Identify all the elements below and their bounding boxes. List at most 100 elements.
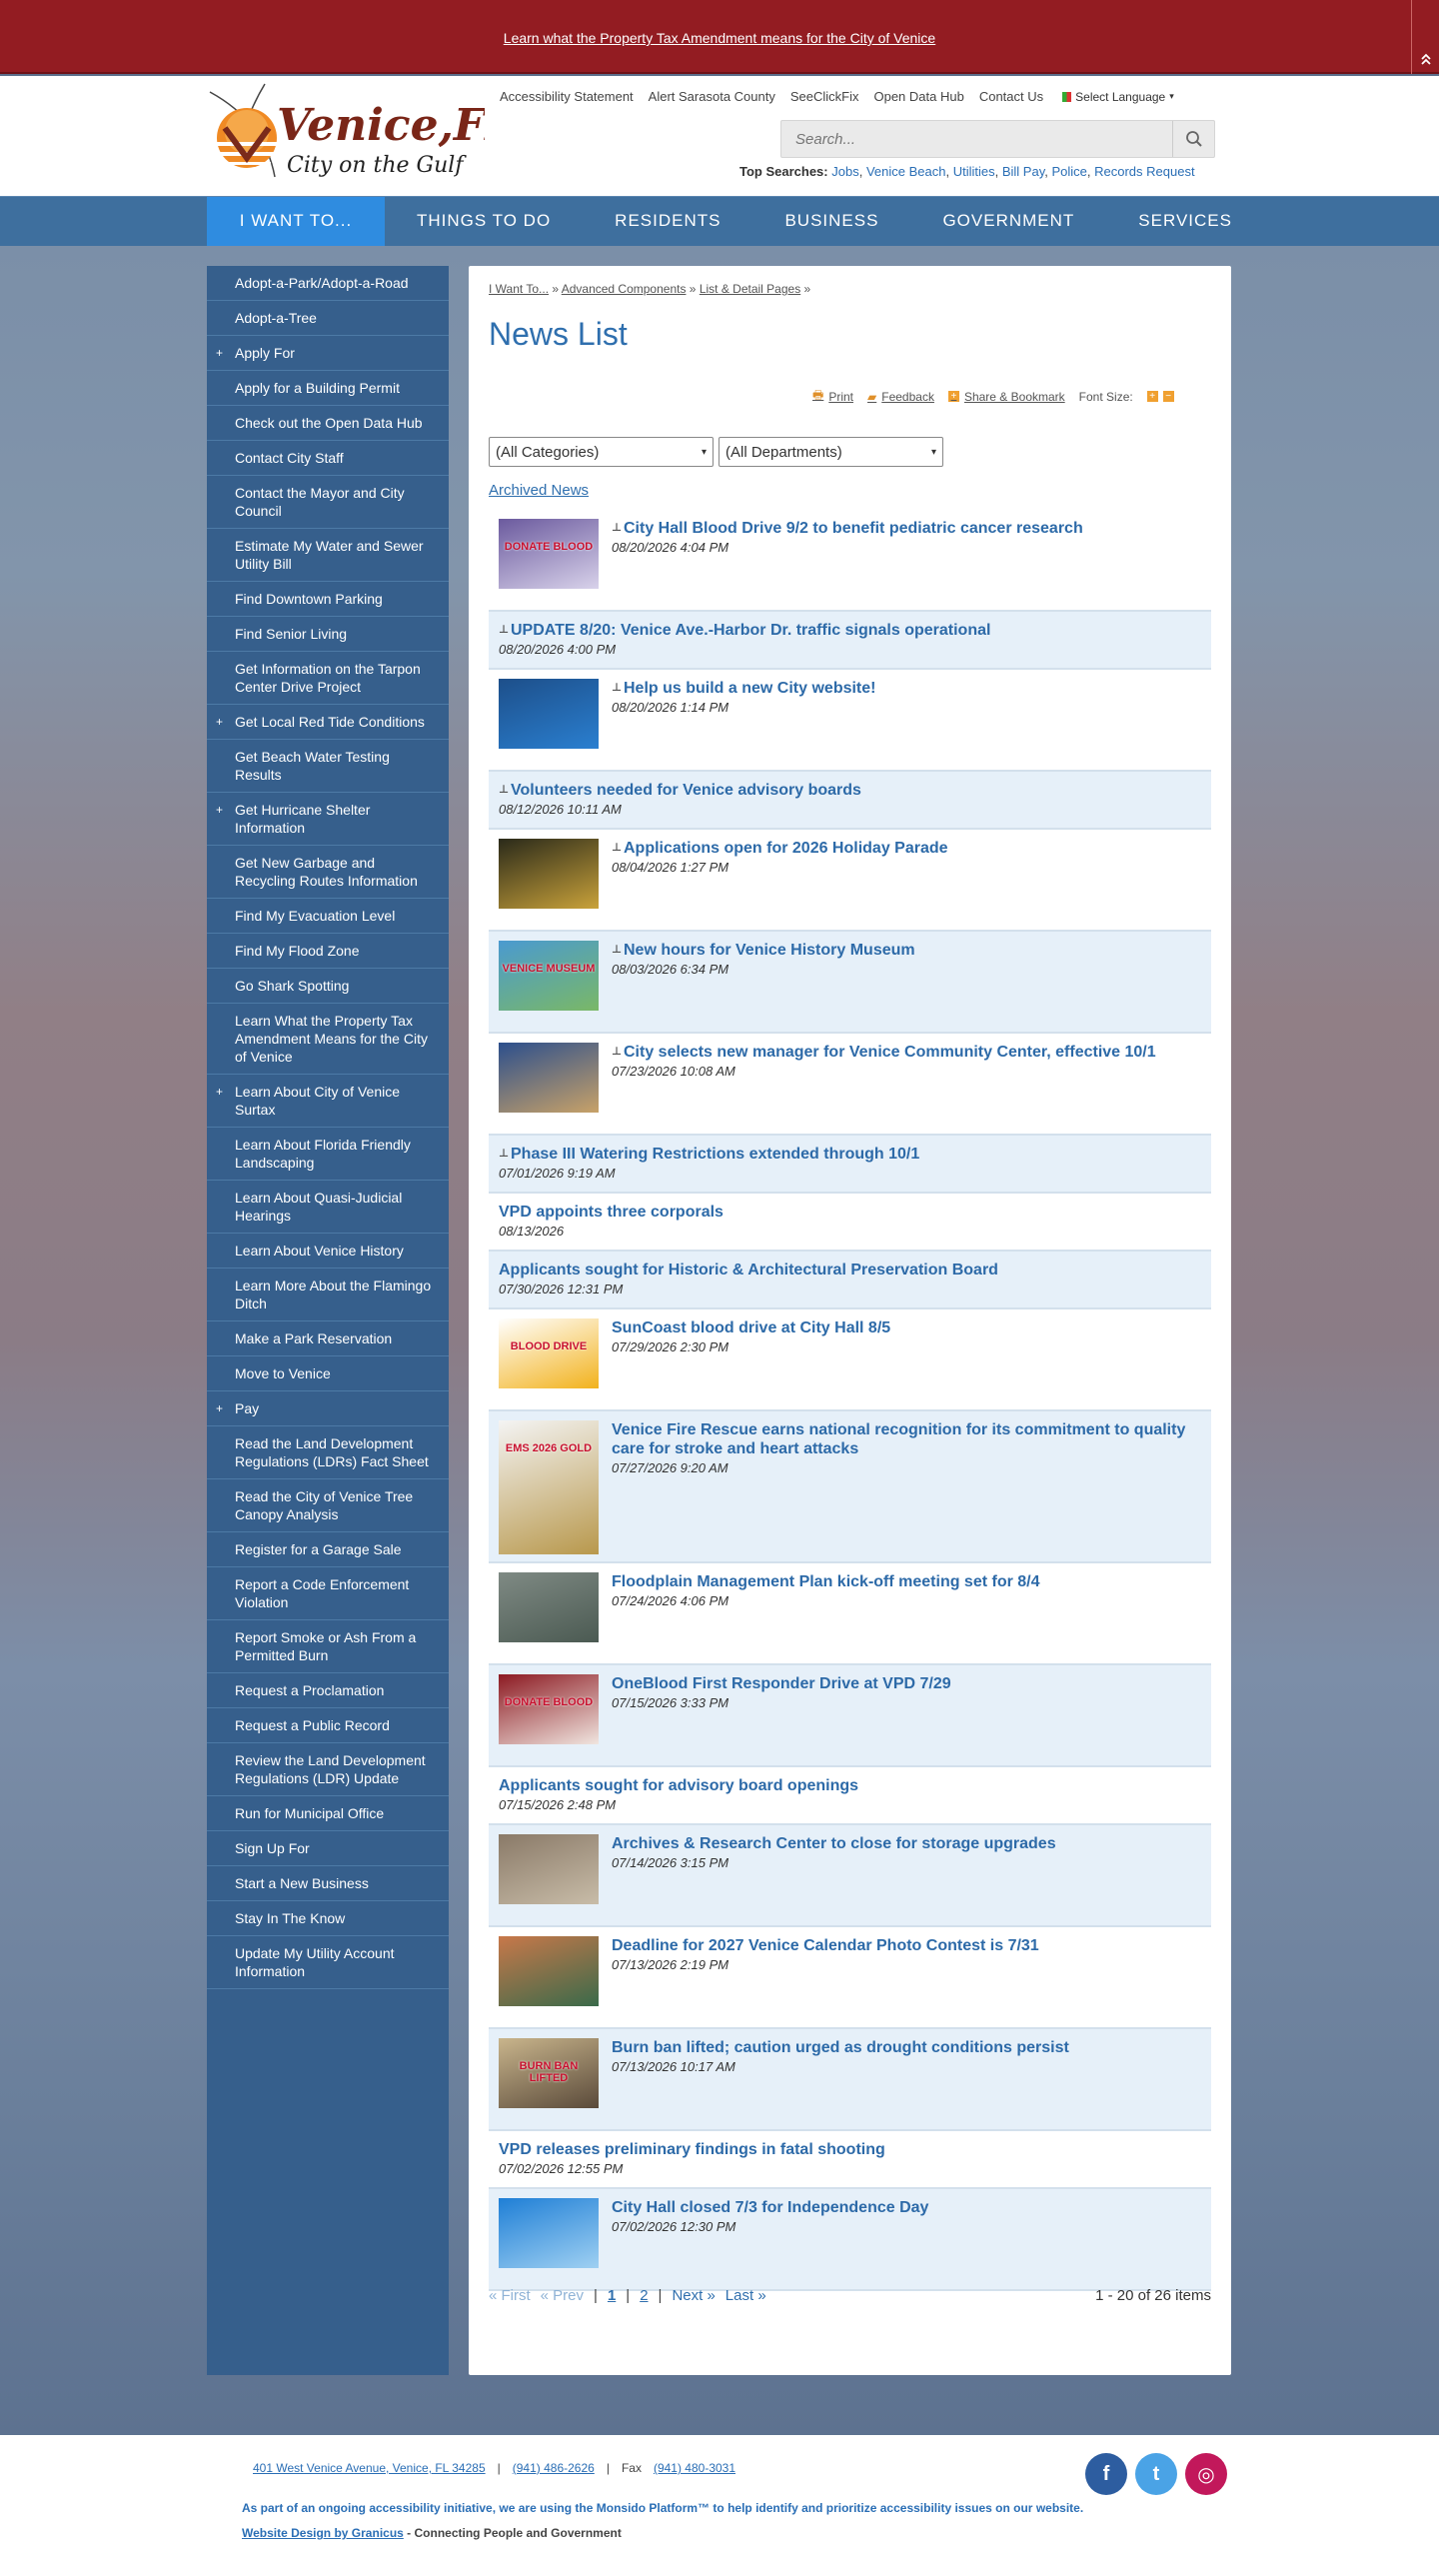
- sidebar-item[interactable]: Read the City of Venice Tree Canopy Anal…: [207, 1479, 449, 1532]
- breadcrumb-i-want-to[interactable]: I Want To...: [489, 282, 549, 296]
- accessibility-statement-link[interactable]: Accessibility Statement: [500, 89, 634, 104]
- news-title-link[interactable]: ⊥ New hours for Venice History Museum: [612, 942, 915, 959]
- news-title-link[interactable]: ⊥ Help us build a new City website!: [612, 680, 875, 697]
- news-title-link[interactable]: Burn ban lifted; caution urged as drough…: [612, 2039, 1069, 2056]
- archive-shelves-photo[interactable]: [499, 1834, 599, 1904]
- nav-i-want-to[interactable]: I Want To...: [207, 197, 385, 247]
- top-search-police[interactable]: Police: [1051, 164, 1086, 179]
- news-title-link[interactable]: Venice Fire Rescue earns national recogn…: [612, 1421, 1185, 1457]
- museum-photo[interactable]: VENICE MUSEUM: [499, 941, 599, 1011]
- expand-plus-icon[interactable]: +: [216, 713, 223, 731]
- font-increase-icon[interactable]: +: [1146, 391, 1158, 402]
- breadcrumb-advanced-components[interactable]: Advanced Components: [562, 282, 687, 296]
- archived-news-link[interactable]: Archived News: [489, 482, 589, 499]
- alert-link[interactable]: Learn what the Property Tax Amendment me…: [0, 30, 1439, 46]
- news-title-link[interactable]: Deadline for 2027 Venice Calendar Photo …: [612, 1937, 1039, 1954]
- sidebar-item[interactable]: Stay In The Know: [207, 1901, 449, 1936]
- sidebar-item[interactable]: Make a Park Reservation: [207, 1321, 449, 1356]
- news-title-link[interactable]: Applicants sought for advisory board ope…: [499, 1777, 858, 1794]
- news-title-link[interactable]: SunCoast blood drive at City Hall 8/5: [612, 1319, 890, 1336]
- nav-residents[interactable]: Residents: [583, 197, 752, 247]
- venice-logo[interactable]: Venice,FL City on the Gulf: [205, 82, 516, 192]
- nav-services[interactable]: Services: [1106, 197, 1264, 247]
- search-button[interactable]: [1172, 121, 1214, 157]
- sidebar-item[interactable]: + Get Hurricane Shelter Information: [207, 793, 449, 846]
- sidebar-item[interactable]: Learn About Florida Friendly Landscaping: [207, 1128, 449, 1181]
- expand-plus-icon[interactable]: +: [216, 1399, 223, 1417]
- website-flyer[interactable]: [499, 679, 599, 749]
- sidebar-item[interactable]: Contact City Staff: [207, 441, 449, 476]
- nav-business[interactable]: Business: [752, 197, 910, 247]
- sidebar-item[interactable]: Learn About Quasi-Judicial Hearings: [207, 1181, 449, 1234]
- sidebar-item[interactable]: Find My Evacuation Level: [207, 899, 449, 934]
- sidebar-item[interactable]: Adopt-a-Park/Adopt-a-Road: [207, 266, 449, 301]
- open-data-hub-link[interactable]: Open Data Hub: [873, 89, 963, 104]
- sidebar-item[interactable]: Learn More About the Flamingo Ditch: [207, 1269, 449, 1321]
- sidebar-item[interactable]: Sign Up For: [207, 1831, 449, 1866]
- news-title-link[interactable]: ⊥ Applications open for 2026 Holiday Para…: [612, 840, 948, 857]
- facebook-icon[interactable]: f: [1085, 2453, 1127, 2495]
- sidebar-item[interactable]: Contact the Mayor and City Council: [207, 476, 449, 529]
- top-search-jobs[interactable]: Jobs: [831, 164, 858, 179]
- oneblood-flyer[interactable]: DONATE BLOOD: [499, 1674, 599, 1744]
- news-title-link[interactable]: ⊥ Phase III Watering Restrictions extende…: [499, 1146, 919, 1163]
- share-button[interactable]: + Share & Bookmark: [947, 390, 1065, 404]
- calendar-contest-photo[interactable]: [499, 1936, 599, 2006]
- blood-drive-sun[interactable]: BLOOD DRIVE: [499, 1318, 599, 1388]
- news-title-link[interactable]: ⊥ UPDATE 8/20: Venice Ave.-Harbor Dr. tra…: [499, 622, 990, 639]
- sidebar-item[interactable]: Read the Land Development Regulations (L…: [207, 1426, 449, 1479]
- sidebar-item[interactable]: Request a Proclamation: [207, 1673, 449, 1708]
- top-search-venice-beach[interactable]: Venice Beach: [866, 164, 946, 179]
- page-2-link[interactable]: 2: [640, 2287, 648, 2304]
- news-title-link[interactable]: ⊥ City selects new manager for Venice Com…: [612, 1044, 1156, 1061]
- language-selector[interactable]: Select Language ▾: [1062, 89, 1174, 104]
- prev-page-link[interactable]: « Prev: [541, 2287, 584, 2304]
- ems-gold-badge[interactable]: EMS 2026 GOLD: [499, 1420, 599, 1554]
- top-search-records-request[interactable]: Records Request: [1094, 164, 1194, 179]
- sidebar-item[interactable]: Learn What the Property Tax Amendment Me…: [207, 1004, 449, 1075]
- granicus-link[interactable]: Website Design by Granicus: [242, 2526, 404, 2540]
- sidebar-item[interactable]: Move to Venice: [207, 1356, 449, 1391]
- sidebar-item[interactable]: Report Smoke or Ash From a Permitted Bur…: [207, 1620, 449, 1673]
- news-title-link[interactable]: ⊥ City Hall Blood Drive 9/2 to benefit pe…: [612, 520, 1083, 537]
- contact-us-link[interactable]: Contact Us: [979, 89, 1043, 104]
- sidebar-item[interactable]: + Get Local Red Tide Conditions: [207, 705, 449, 740]
- sidebar-item[interactable]: Get Information on the Tarpon Center Dri…: [207, 652, 449, 705]
- expand-plus-icon[interactable]: +: [216, 344, 223, 362]
- fax-link[interactable]: (941) 480-3031: [654, 2461, 735, 2475]
- sidebar-item[interactable]: Request a Public Record: [207, 1708, 449, 1743]
- sidebar-item[interactable]: + Learn About City of Venice Surtax: [207, 1075, 449, 1128]
- news-title-link[interactable]: VPD appoints three corporals: [499, 1204, 723, 1221]
- seeclickfix-link[interactable]: SeeClickFix: [790, 89, 859, 104]
- sidebar-item[interactable]: Report a Code Enforcement Violation: [207, 1567, 449, 1620]
- nav-government[interactable]: Government: [910, 197, 1106, 247]
- last-page-link[interactable]: Last »: [725, 2287, 766, 2304]
- font-decrease-icon[interactable]: −: [1162, 391, 1174, 402]
- parade-photo[interactable]: [499, 839, 599, 909]
- expand-plus-icon[interactable]: +: [216, 801, 223, 819]
- us-flag-graphic[interactable]: [499, 2198, 599, 2268]
- nav-things-to-do[interactable]: Things To Do: [385, 197, 583, 247]
- sidebar-item[interactable]: Find Downtown Parking: [207, 582, 449, 617]
- sidebar-item[interactable]: Update My Utility Account Information: [207, 1936, 449, 1989]
- top-search-bill-pay[interactable]: Bill Pay: [1002, 164, 1044, 179]
- sidebar-item[interactable]: + Apply For: [207, 336, 449, 371]
- sidebar-item[interactable]: + Pay: [207, 1391, 449, 1426]
- double-chevron-up-icon[interactable]: [1411, 0, 1439, 74]
- sidebar-item[interactable]: Start a New Business: [207, 1866, 449, 1901]
- sidebar-item[interactable]: Adopt-a-Tree: [207, 301, 449, 336]
- news-title-link[interactable]: VPD releases preliminary findings in fat…: [499, 2141, 885, 2158]
- next-page-link[interactable]: Next »: [672, 2287, 715, 2304]
- top-search-utilities[interactable]: Utilities: [953, 164, 995, 179]
- breadcrumb-list-detail-pages[interactable]: List & Detail Pages: [700, 282, 800, 296]
- sidebar-item[interactable]: Get Beach Water Testing Results: [207, 740, 449, 793]
- instagram-icon[interactable]: ◎: [1185, 2453, 1227, 2495]
- sidebar-item[interactable]: Review the Land Development Regulations …: [207, 1743, 449, 1796]
- news-title-link[interactable]: Applicants sought for Historic & Archite…: [499, 1262, 998, 1279]
- news-title-link[interactable]: ⊥ Volunteers needed for Venice advisory b…: [499, 782, 861, 799]
- feedback-button[interactable]: ▰ Feedback: [867, 390, 934, 404]
- news-title-link[interactable]: Floodplain Management Plan kick-off meet…: [612, 1573, 1040, 1590]
- donate-blood-flyer[interactable]: DONATE BLOOD: [499, 519, 599, 589]
- sidebar-item[interactable]: Find Senior Living: [207, 617, 449, 652]
- sidebar-item[interactable]: Learn About Venice History: [207, 1234, 449, 1269]
